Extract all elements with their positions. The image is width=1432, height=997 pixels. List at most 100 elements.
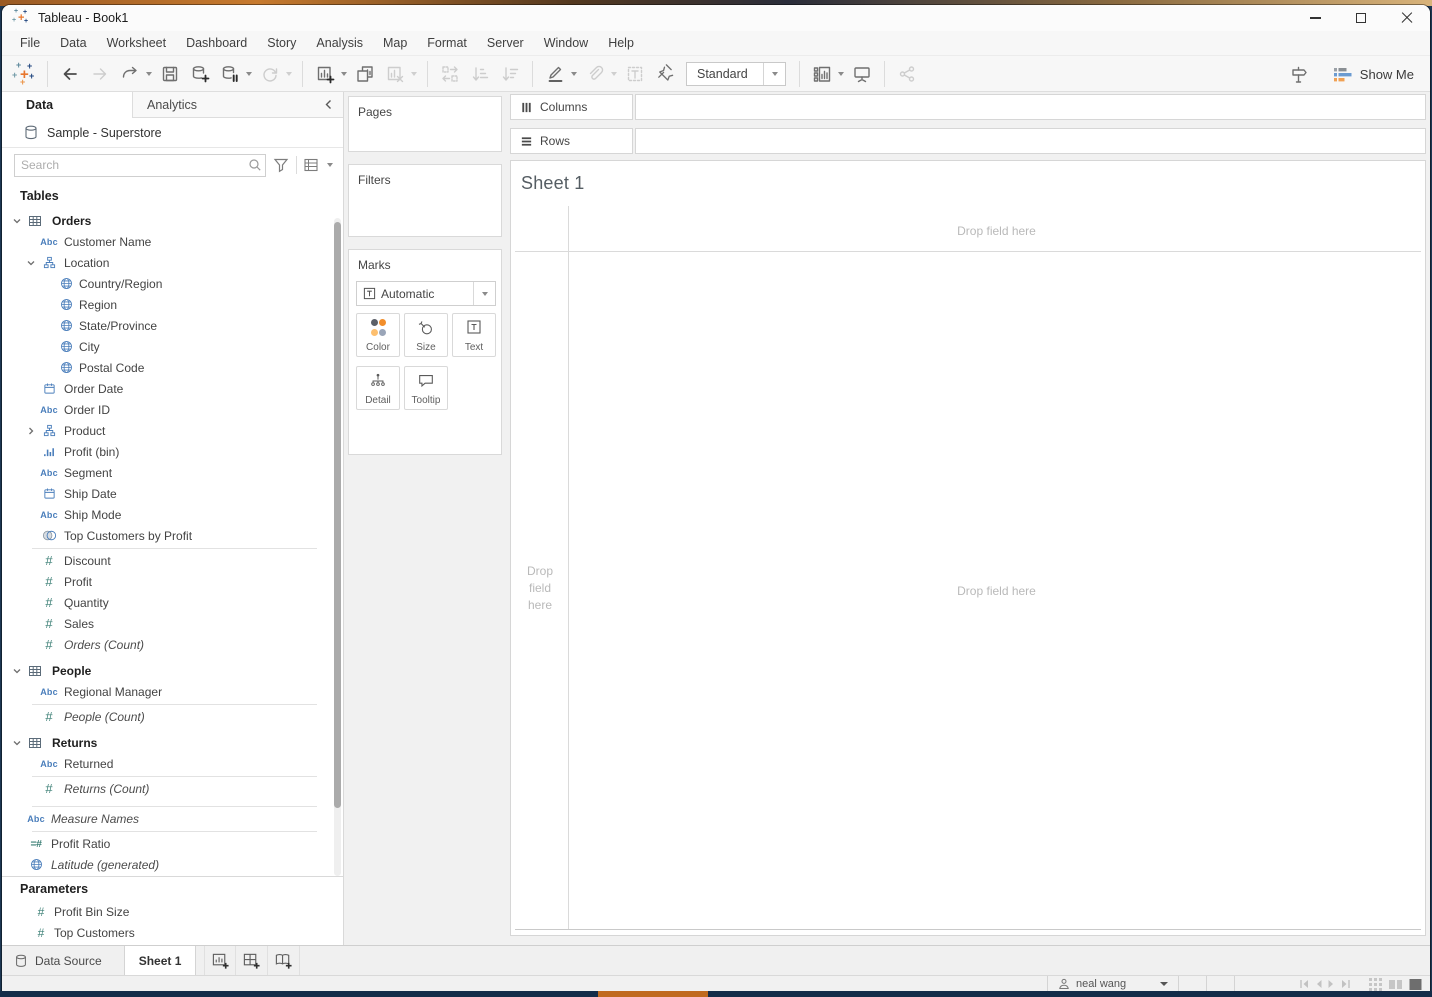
chevron-right-icon[interactable]: [24, 426, 38, 436]
field-orders-count[interactable]: # Orders (Count): [2, 634, 343, 655]
field-table-people[interactable]: People: [2, 660, 343, 681]
field-country-region[interactable]: Country/Region: [2, 273, 343, 294]
new-worksheet-tab-button[interactable]: [204, 946, 237, 975]
parameter-top-customers[interactable]: # Top Customers: [2, 922, 343, 943]
data-source-item[interactable]: Sample - Superstore: [2, 118, 343, 148]
field-ship-date[interactable]: Ship Date: [2, 483, 343, 504]
collapse-pane-icon[interactable]: [324, 99, 333, 110]
duplicate-sheet-button[interactable]: [351, 60, 379, 88]
field-latitude-generated[interactable]: Latitude (generated): [2, 854, 343, 875]
field-sales[interactable]: # Sales: [2, 613, 343, 634]
detail-button[interactable]: Detail: [356, 366, 400, 410]
search-input[interactable]: [15, 158, 245, 172]
sheet-canvas[interactable]: Sheet 1 Drop field here Drop field here …: [510, 160, 1426, 936]
rows-shelf-dropzone[interactable]: [635, 128, 1426, 154]
sort-ascending-button[interactable]: [466, 60, 494, 88]
filter-fields-icon[interactable]: [272, 156, 290, 174]
sheet1-tab[interactable]: Sheet 1: [123, 946, 197, 975]
scrollbar-thumb[interactable]: [334, 222, 341, 808]
sort-descending-button[interactable]: [496, 60, 524, 88]
field-measure-names[interactable]: Abc Measure Names: [2, 808, 343, 829]
chevron-down-icon[interactable]: [24, 258, 38, 268]
menu-help[interactable]: Help: [598, 31, 644, 55]
menu-window[interactable]: Window: [534, 31, 598, 55]
field-people-count[interactable]: # People (Count): [2, 706, 343, 727]
field-profit-bin[interactable]: Profit (bin): [2, 441, 343, 462]
mark-type-caret[interactable]: [473, 282, 495, 305]
view-options-caret[interactable]: [327, 163, 333, 167]
color-button[interactable]: Color: [356, 313, 400, 357]
new-story-tab-button[interactable]: [268, 946, 301, 975]
last-sheet-icon[interactable]: [1340, 979, 1351, 989]
field-profit[interactable]: # Profit: [2, 571, 343, 592]
chevron-down-icon[interactable]: [10, 666, 24, 676]
field-regional-manager[interactable]: Abc Regional Manager: [2, 681, 343, 702]
rows-shelf-label[interactable]: Rows: [510, 128, 633, 154]
replay-dropdown-caret[interactable]: [146, 71, 152, 76]
tab-analytics[interactable]: Analytics: [133, 92, 343, 118]
menu-map[interactable]: Map: [373, 31, 417, 55]
menu-data[interactable]: Data: [50, 31, 96, 55]
field-top-customers-by-profit[interactable]: Top Customers by Profit: [2, 525, 343, 546]
filters-shelf[interactable]: Filters: [348, 164, 502, 237]
field-table-orders[interactable]: Orders: [2, 210, 343, 231]
save-button[interactable]: [156, 60, 184, 88]
field-city[interactable]: City: [2, 336, 343, 357]
data-source-tab[interactable]: Data Source: [2, 946, 124, 975]
drop-zone-rows[interactable]: Drop field here: [517, 563, 563, 614]
show-tabs-icon[interactable]: [1409, 978, 1422, 991]
field-location[interactable]: Location: [2, 252, 343, 273]
pause-dropdown-caret[interactable]: [246, 71, 252, 76]
fit-selector[interactable]: Standard: [686, 61, 786, 86]
highlight-button[interactable]: [541, 60, 569, 88]
tab-data[interactable]: Data: [2, 92, 133, 118]
menu-worksheet[interactable]: Worksheet: [97, 31, 177, 55]
new-data-source-button[interactable]: [186, 60, 214, 88]
menu-server[interactable]: Server: [477, 31, 534, 55]
pages-shelf[interactable]: Pages: [348, 96, 502, 152]
tableau-home-button[interactable]: + + + + + +: [11, 60, 39, 88]
close-button[interactable]: [1384, 5, 1430, 31]
parameter-profit-bin-size[interactable]: # Profit Bin Size: [2, 901, 343, 922]
show-mark-labels-button[interactable]: [808, 60, 836, 88]
filmstrip-icon[interactable]: [1389, 978, 1402, 991]
field-region[interactable]: Region: [2, 294, 343, 315]
field-quantity[interactable]: # Quantity: [2, 592, 343, 613]
new-worksheet-button[interactable]: [311, 60, 339, 88]
columns-shelf-label[interactable]: Columns: [510, 94, 633, 120]
field-returned[interactable]: Abc Returned: [2, 753, 343, 774]
next-sheet-icon[interactable]: [1327, 979, 1336, 989]
field-postal-code[interactable]: Postal Code: [2, 357, 343, 378]
mark-type-dropdown[interactable]: Automatic: [356, 281, 496, 306]
drop-zone-body[interactable]: Drop field here: [568, 252, 1425, 929]
chevron-down-icon[interactable]: [10, 216, 24, 226]
previous-sheet-icon[interactable]: [1314, 979, 1323, 989]
menu-analysis[interactable]: Analysis: [306, 31, 373, 55]
chevron-down-icon[interactable]: [10, 738, 24, 748]
field-state-province[interactable]: State/Province: [2, 315, 343, 336]
pause-auto-updates-button[interactable]: [216, 60, 244, 88]
new-dashboard-tab-button[interactable]: [236, 946, 269, 975]
sheet-sorter-icon[interactable]: [1369, 977, 1382, 991]
undo-button[interactable]: [56, 60, 84, 88]
view-options-icon[interactable]: [303, 157, 321, 173]
field-segment[interactable]: Abc Segment: [2, 462, 343, 483]
swap-rows-columns-button[interactable]: [436, 60, 464, 88]
field-ship-mode[interactable]: Abc Ship Mode: [2, 504, 343, 525]
fit-selector-dropdown[interactable]: [763, 62, 785, 85]
field-product[interactable]: Product: [2, 420, 343, 441]
fix-axes-button[interactable]: [651, 60, 679, 88]
replay-button[interactable]: [116, 60, 144, 88]
drop-zone-columns[interactable]: Drop field here: [568, 221, 1425, 241]
field-returns-count[interactable]: # Returns (Count): [2, 778, 343, 799]
size-button[interactable]: Size: [404, 313, 448, 357]
text-button[interactable]: Text: [452, 313, 496, 357]
field-profit-ratio[interactable]: =# Profit Ratio: [2, 833, 343, 854]
show-me-button[interactable]: Show Me: [1333, 67, 1414, 83]
menu-format[interactable]: Format: [417, 31, 477, 55]
mark-labels-dropdown-caret[interactable]: [838, 71, 844, 76]
minimize-button[interactable]: [1292, 5, 1338, 31]
tooltip-button[interactable]: Tooltip: [404, 366, 448, 410]
menu-story[interactable]: Story: [257, 31, 306, 55]
data-pane-scrollbar[interactable]: [334, 218, 341, 876]
